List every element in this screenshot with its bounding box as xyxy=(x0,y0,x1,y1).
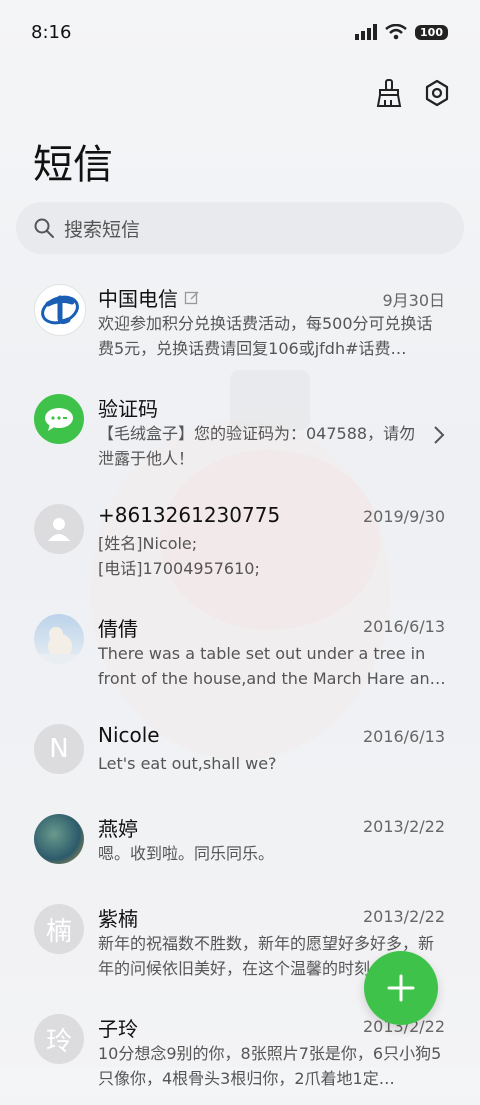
conversation-preview: 欢迎参加积分兑换话费活动，每500分可兑换话费5元，兑换话费请回复106或jfd… xyxy=(98,314,433,358)
conversation-name: 紫楠 xyxy=(98,907,138,931)
conversation-preview: 嗯。收到啦。同乐同乐。 xyxy=(98,844,275,863)
conversation-date: 2013/2/22 xyxy=(362,817,445,836)
message-avatar xyxy=(34,394,84,444)
conversation-preview: There was a table set out under a tree i… xyxy=(98,644,446,688)
polar-bear-photo xyxy=(34,627,84,664)
search-icon xyxy=(34,218,54,238)
status-icons: 100 xyxy=(355,24,448,40)
conversation-name: 倩倩 xyxy=(98,617,138,641)
conversation-name: Nicole xyxy=(98,723,160,747)
china-telecom-logo-icon xyxy=(41,295,79,325)
conversation-item[interactable]: 倩倩 2016/6/13 There was a table set out u… xyxy=(0,595,480,705)
conversation-item[interactable]: N Nicole 2016/6/13 Let's eat out,shall w… xyxy=(0,705,480,795)
settings-icon[interactable] xyxy=(422,78,452,108)
status-bar: 8:16 100 xyxy=(0,0,480,64)
landscape-photo xyxy=(34,814,84,864)
search-placeholder: 搜索短信 xyxy=(64,218,141,241)
chevron-right-icon[interactable] xyxy=(433,425,445,445)
status-time: 8:16 xyxy=(31,22,72,43)
conversation-name: 验证码 xyxy=(98,397,158,421)
conversation-date: 2019/9/30 xyxy=(362,507,445,526)
conversation-preview: Let's eat out,shall we? xyxy=(98,754,277,773)
china-telecom-logo-avatar xyxy=(34,284,86,336)
conversation-name: +8613261230775 xyxy=(98,503,281,527)
edit-icon xyxy=(184,291,199,304)
conversation-name: 燕婷 xyxy=(98,817,138,841)
conversation-name: 中国电信 xyxy=(98,283,200,312)
search-bar[interactable]: 搜索短信 xyxy=(16,202,464,254)
conversation-date: 2016/6/13 xyxy=(362,617,445,636)
signal-icon xyxy=(355,24,378,40)
conversation-item[interactable]: 燕婷 2013/2/22 嗯。收到啦。同乐同乐。 xyxy=(0,795,480,885)
conversation-item[interactable]: +8613261230775 2019/9/30 [姓名]Nicole; [电话… xyxy=(0,485,480,595)
conversation-preview: 10分想念9别的你，8张照片7张是你，6只小狗5只像你，4根骨头3根归你，2爪着… xyxy=(98,1044,442,1088)
letter-avatar: N xyxy=(34,724,84,774)
page-title: 短信 xyxy=(33,142,113,188)
plus-icon xyxy=(387,974,415,1002)
polar-bear-photo-avatar xyxy=(34,614,84,664)
person-avatar xyxy=(34,504,84,554)
letter-avatar: 玲 xyxy=(34,1014,84,1064)
wifi-icon xyxy=(385,24,407,40)
conversation-date: 9月30日 xyxy=(382,291,445,310)
conversation-item[interactable]: 中国电信 9月30日 欢迎参加积分兑换话费活动，每500分可兑换话费5元，兑换话… xyxy=(0,265,480,375)
conversation-name: 子玲 xyxy=(98,1017,138,1041)
conversation-preview: [姓名]Nicole; [电话]17004957610; xyxy=(98,534,260,578)
conversation-item[interactable]: 验证码 【毛绒盒子】您的验证码为：047588，请勿泄露于他人！ xyxy=(0,375,480,485)
header-actions xyxy=(374,78,452,108)
conversation-preview: 【毛绒盒子】您的验证码为：047588，请勿泄露于他人！ xyxy=(98,424,416,468)
conversation-date: 2013/2/22 xyxy=(362,907,445,926)
battery-indicator: 100 xyxy=(415,24,448,40)
brush-icon[interactable] xyxy=(374,78,404,108)
message-icon xyxy=(45,408,73,431)
new-message-button[interactable] xyxy=(364,951,438,1025)
letter-avatar: 楠 xyxy=(34,904,84,954)
person-icon xyxy=(48,518,70,541)
conversation-date: 2016/6/13 xyxy=(362,727,445,746)
